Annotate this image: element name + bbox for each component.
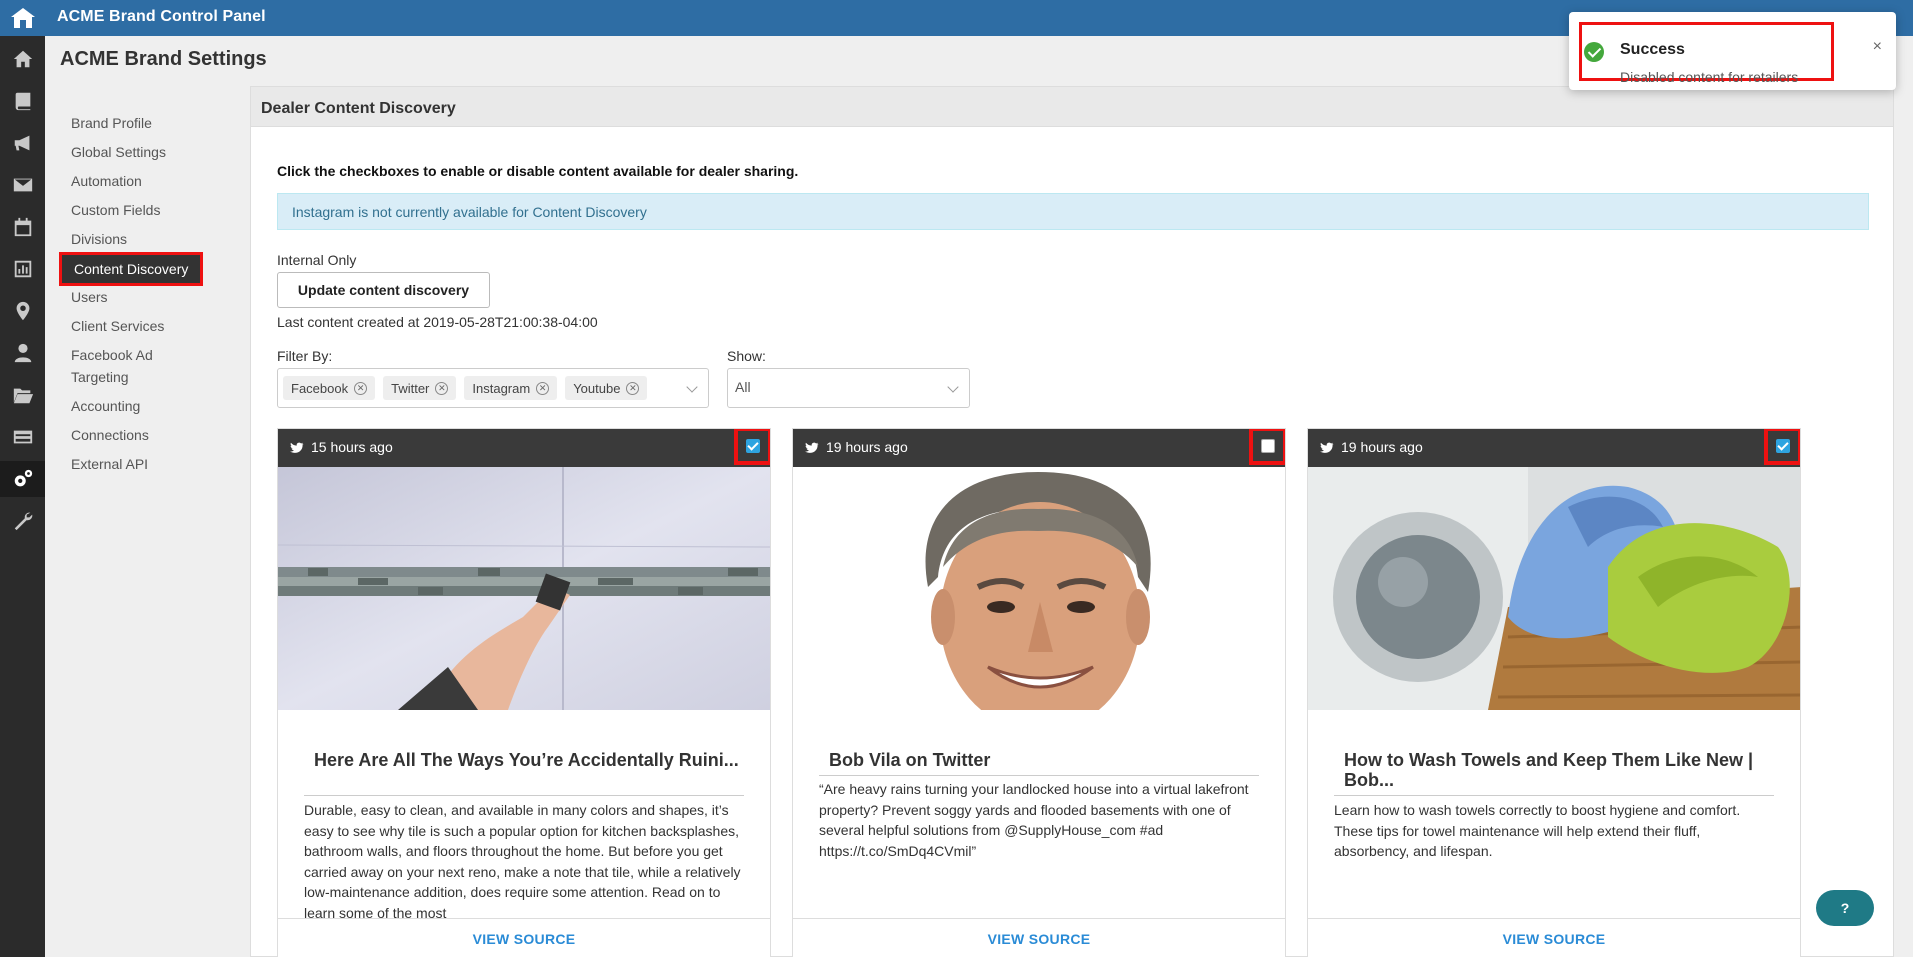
checkbox-unchecked-icon xyxy=(1261,439,1275,453)
credit-card-icon[interactable] xyxy=(0,419,45,455)
card-divider xyxy=(304,795,744,796)
card-title: How to Wash Towels and Keep Them Like Ne… xyxy=(1344,750,1754,790)
remove-chip-icon[interactable]: ✕ xyxy=(354,381,368,395)
card-image-towels-laundry xyxy=(1308,467,1800,710)
card-time: 15 hours ago xyxy=(311,439,393,455)
content-card: 19 hours ago How to Wash Towels and Keep xyxy=(1307,428,1801,957)
card-header: 15 hours ago xyxy=(278,429,770,467)
card-image-portrait xyxy=(793,467,1285,710)
card-divider xyxy=(819,775,1259,776)
logo-house-icon[interactable] xyxy=(8,6,38,30)
filter-chip-instagram: Instagram ✕ xyxy=(464,376,558,400)
sidenav-item-content-discovery[interactable]: Content Discovery xyxy=(59,252,204,286)
map-pin-icon[interactable] xyxy=(0,293,45,329)
twitter-icon xyxy=(1320,442,1334,453)
twitter-icon xyxy=(290,442,304,453)
filter-by-select[interactable]: Facebook ✕ Twitter ✕ Instagram ✕ Youtube… xyxy=(277,368,709,408)
checkbox-checked-icon xyxy=(1776,439,1790,453)
sidenav-item-external-api[interactable]: External API xyxy=(71,453,148,475)
internal-only-label: Internal Only xyxy=(277,252,357,268)
settings-sidenav: Brand Profile Global Settings Automation… xyxy=(45,86,250,957)
success-toast: Success Disabled content for retailers × xyxy=(1569,12,1896,90)
sidenav-item-custom-fields[interactable]: Custom Fields xyxy=(71,199,160,221)
chevron-down-icon[interactable] xyxy=(686,381,698,393)
card-footer: VIEW SOURCE xyxy=(793,918,1285,957)
content-discovery-panel: Dealer Content Discovery Click the check… xyxy=(250,86,1894,957)
twitter-icon xyxy=(805,442,819,453)
panel-title: Dealer Content Discovery xyxy=(251,87,1893,127)
content-card: 15 hours ago Here Are All The Ways You’r… xyxy=(277,428,771,957)
view-source-link[interactable]: VIEW SOURCE xyxy=(988,931,1091,947)
filter-chip-label: Instagram xyxy=(472,380,531,396)
card-image-tile-backsplash xyxy=(278,467,770,710)
update-content-discovery-button[interactable]: Update content discovery xyxy=(277,272,490,308)
card-header: 19 hours ago xyxy=(1308,429,1800,467)
filter-by-label: Filter By: xyxy=(277,348,333,364)
remove-chip-icon[interactable]: ✕ xyxy=(626,381,640,395)
card-title: Here Are All The Ways You’re Accidentall… xyxy=(314,750,739,770)
icon-rail xyxy=(0,36,45,957)
sidenav-item-connections[interactable]: Connections xyxy=(71,424,149,446)
info-alert: Instagram is not currently available for… xyxy=(277,193,1869,230)
sidenav-item-divisions[interactable]: Divisions xyxy=(71,228,127,250)
remove-chip-icon[interactable]: ✕ xyxy=(536,381,550,395)
toast-message: Disabled content for retailers xyxy=(1620,69,1799,85)
envelope-icon[interactable] xyxy=(0,167,45,203)
checkbox-checked-icon xyxy=(746,439,760,453)
instructions-text: Click the checkboxes to enable or disabl… xyxy=(277,163,799,179)
view-source-link[interactable]: VIEW SOURCE xyxy=(473,931,576,947)
filter-chip-facebook: Facebook ✕ xyxy=(283,376,376,400)
card-footer: VIEW SOURCE xyxy=(278,918,770,957)
close-icon[interactable]: × xyxy=(1873,38,1882,56)
sidenav-item-users[interactable]: Users xyxy=(71,286,108,308)
last-content-created: Last content created at 2019-05-28T21:00… xyxy=(277,314,598,330)
book-icon[interactable] xyxy=(0,83,45,119)
app-title: ACME Brand Control Panel xyxy=(57,8,266,25)
show-select[interactable]: All xyxy=(727,368,970,408)
help-button[interactable]: ? xyxy=(1816,890,1874,926)
sidenav-item-automation[interactable]: Automation xyxy=(71,170,142,192)
card-title: Bob Vila on Twitter xyxy=(829,750,991,770)
filter-chip-youtube: Youtube ✕ xyxy=(565,376,648,400)
card-footer: VIEW SOURCE xyxy=(1308,918,1800,957)
user-icon[interactable] xyxy=(0,335,45,371)
filter-chip-label: Facebook xyxy=(291,380,349,396)
card-divider xyxy=(1334,795,1774,796)
chevron-down-icon[interactable] xyxy=(947,381,959,393)
filter-chip-label: Twitter xyxy=(391,380,430,396)
page-title: ACME Brand Settings xyxy=(60,48,267,70)
card-time: 19 hours ago xyxy=(1341,439,1423,455)
toast-title: Success xyxy=(1620,41,1685,58)
filter-chip-twitter: Twitter ✕ xyxy=(383,376,457,400)
show-select-value: All xyxy=(735,379,751,395)
sidenav-item-global-settings[interactable]: Global Settings xyxy=(71,141,166,163)
enable-content-checkbox[interactable] xyxy=(734,429,770,465)
sidenav-item-brand-profile[interactable]: Brand Profile xyxy=(71,112,152,134)
enable-content-checkbox[interactable] xyxy=(1249,429,1285,465)
show-label: Show: xyxy=(727,348,766,364)
sidenav-item-accounting[interactable]: Accounting xyxy=(71,395,140,417)
sidenav-item-client-services[interactable]: Client Services xyxy=(71,315,164,337)
card-description: “Are heavy rains turning your landlocked… xyxy=(819,781,1249,859)
content-card: 19 hours ago Bob Vila on Twitter “Are he… xyxy=(792,428,1286,957)
calendar-icon[interactable] xyxy=(0,209,45,245)
megaphone-icon[interactable] xyxy=(0,125,45,161)
sidenav-item-facebook-ad-targeting[interactable]: Facebook Ad Targeting xyxy=(71,344,191,388)
view-source-link[interactable]: VIEW SOURCE xyxy=(1503,931,1606,947)
success-check-icon xyxy=(1584,42,1604,62)
gears-icon[interactable] xyxy=(0,461,45,497)
card-time: 19 hours ago xyxy=(826,439,908,455)
bar-chart-icon[interactable] xyxy=(0,251,45,287)
folder-icon[interactable] xyxy=(0,377,45,413)
card-description: Durable, easy to clean, and available in… xyxy=(304,802,741,921)
enable-content-checkbox[interactable] xyxy=(1764,429,1800,465)
card-header: 19 hours ago xyxy=(793,429,1285,467)
filter-chip-label: Youtube xyxy=(573,380,621,396)
card-description: Learn how to wash towels correctly to bo… xyxy=(1334,802,1741,859)
home-icon[interactable] xyxy=(0,41,45,77)
wrench-icon[interactable] xyxy=(0,503,45,539)
remove-chip-icon[interactable]: ✕ xyxy=(435,381,449,395)
